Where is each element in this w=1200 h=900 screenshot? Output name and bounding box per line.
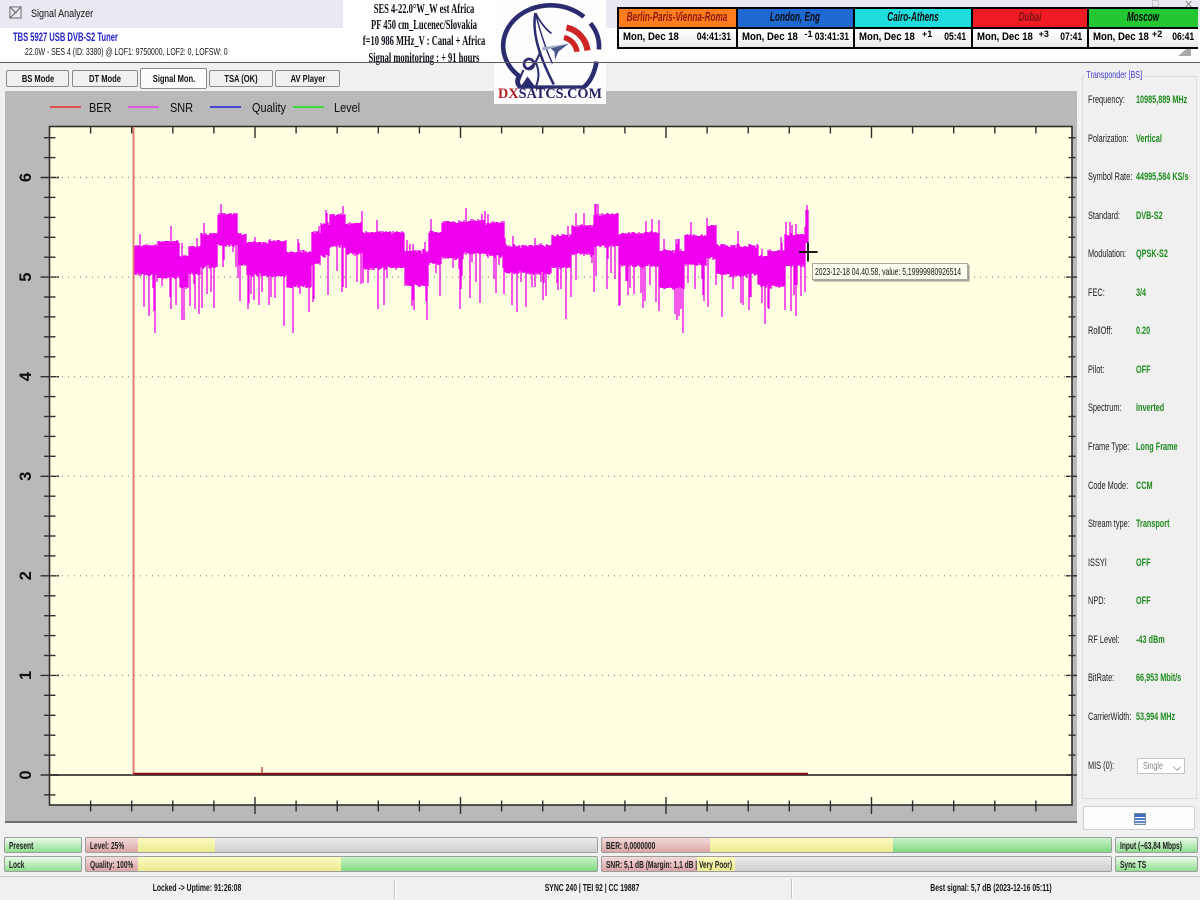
svg-text:4: 4 <box>17 371 35 381</box>
svg-text:1: 1 <box>17 671 35 680</box>
svg-text:5: 5 <box>17 273 35 282</box>
svg-text:3: 3 <box>17 472 35 481</box>
svg-text:6: 6 <box>17 173 35 182</box>
svg-text:0: 0 <box>17 770 35 779</box>
svg-text:2: 2 <box>17 571 35 580</box>
